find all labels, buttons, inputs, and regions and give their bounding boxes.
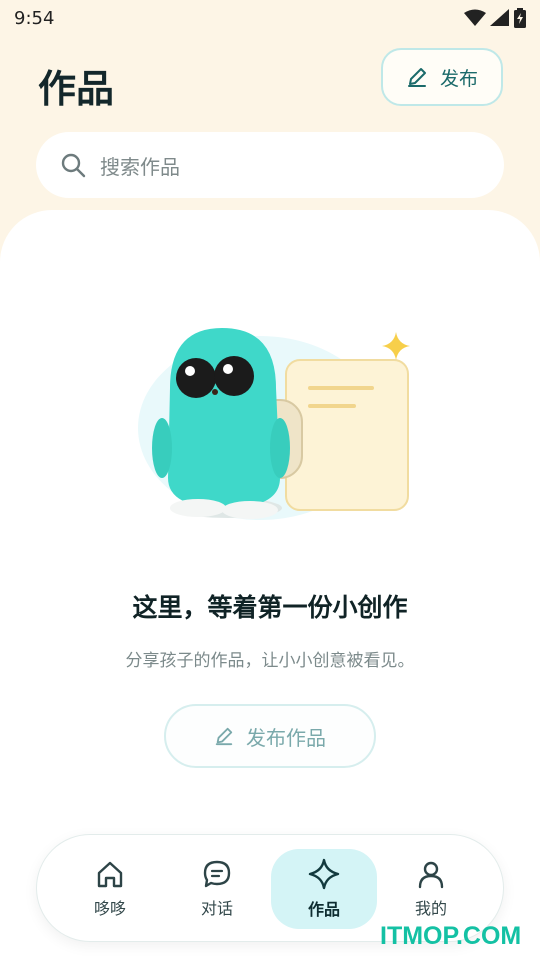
status-time: 9:54 bbox=[14, 7, 55, 29]
tab-duoduo[interactable]: 哆哆 bbox=[57, 849, 163, 929]
publish-work-button[interactable]: 发布作品 bbox=[164, 704, 376, 768]
tab-profile[interactable]: 我的 bbox=[378, 849, 484, 929]
tab-works-label: 作品 bbox=[307, 900, 340, 919]
chat-icon bbox=[203, 860, 231, 888]
watermark: ITMOP.COM bbox=[380, 922, 522, 950]
edit-icon bbox=[407, 68, 426, 87]
tab-duoduo-label: 哆哆 bbox=[93, 899, 126, 918]
search-input[interactable]: 搜索作品 bbox=[36, 132, 504, 198]
tab-chat[interactable]: 对话 bbox=[164, 849, 270, 929]
publish-work-button-label: 发布作品 bbox=[246, 725, 326, 750]
signal-icon bbox=[490, 9, 509, 26]
battery-icon bbox=[514, 8, 526, 28]
page-title: 作品 bbox=[38, 67, 115, 111]
tab-profile-label: 我的 bbox=[414, 899, 447, 918]
empty-state-description: 分享孩子的作品，让小小创意被看见。 bbox=[125, 651, 415, 671]
status-bar: 9:54 bbox=[0, 0, 540, 36]
tab-chat-label: 对话 bbox=[200, 899, 233, 918]
publish-button[interactable]: 发布 bbox=[381, 48, 503, 106]
edit-icon bbox=[215, 727, 233, 746]
search-icon bbox=[61, 153, 86, 178]
status-icons bbox=[464, 8, 526, 28]
wifi-icon bbox=[464, 9, 486, 26]
tab-works[interactable]: 作品 bbox=[271, 849, 377, 929]
search-placeholder: 搜索作品 bbox=[100, 154, 180, 179]
profile-icon bbox=[418, 861, 444, 889]
publish-button-label: 发布 bbox=[439, 67, 478, 90]
home-icon bbox=[97, 861, 123, 888]
sparkle-icon bbox=[308, 858, 340, 890]
header: 作品 发布 bbox=[0, 40, 540, 120]
empty-state-title: 这里，等着第一份小创作 bbox=[132, 593, 408, 622]
mascot-illustration bbox=[138, 328, 410, 520]
